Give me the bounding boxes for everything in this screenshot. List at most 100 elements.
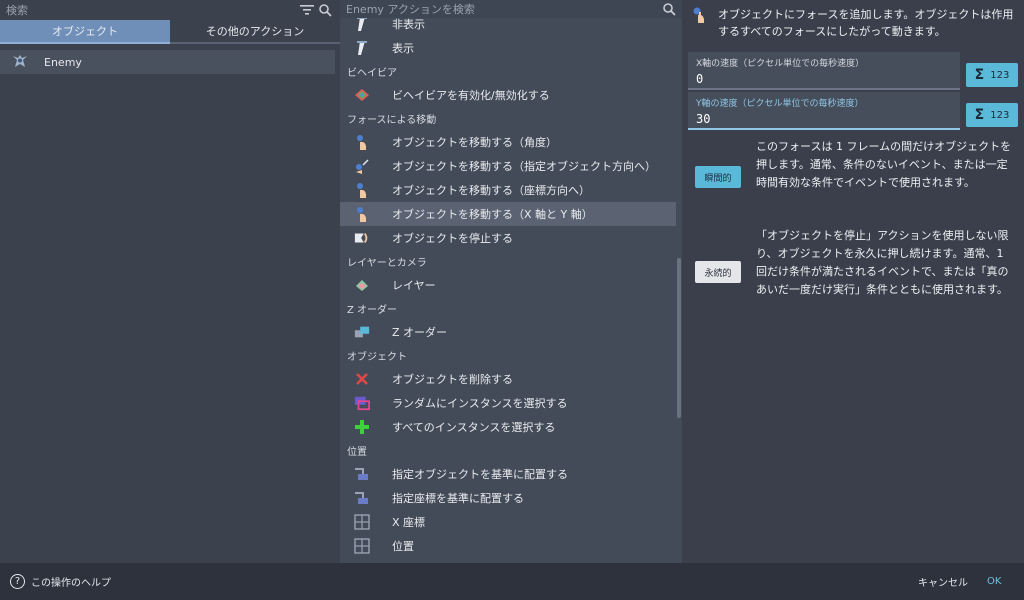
action-item[interactable]: 非表示 <box>340 18 676 36</box>
mode-instant-text: このフォースは 1 フレームの間だけオブジェクトを押します。通常、条件のないイベ… <box>756 140 1012 189</box>
behavior-icon <box>354 87 370 103</box>
add-icon <box>354 419 370 435</box>
zorder-icon <box>354 324 370 340</box>
ok-button[interactable]: OK <box>987 576 1001 587</box>
action-item[interactable]: オブジェクトを削除する <box>340 367 676 391</box>
force-icon <box>354 182 370 198</box>
action-item[interactable]: Z オーダー <box>340 320 676 344</box>
x-speed-label: X軸の速度（ピクセル単位での毎秒速度） <box>696 59 865 69</box>
force-icon <box>354 206 370 222</box>
action-item-label: 位置 <box>392 540 414 553</box>
action-item-label: X 座標 <box>392 516 426 529</box>
action-item[interactable]: レイヤー <box>340 273 676 297</box>
action-search-input[interactable]: Enemy アクションを検索 <box>346 1 660 17</box>
action-item-label: 表示 <box>392 42 414 55</box>
search-icon[interactable] <box>660 0 678 18</box>
y-speed-field[interactable]: Y軸の速度（ピクセル単位での毎秒速度） 30 <box>688 92 960 130</box>
dialog-footer: ? この操作のヘルプ キャンセル OK <box>0 563 1024 600</box>
action-item[interactable]: オブジェクトを移動する（X 軸と Y 軸） <box>340 202 676 226</box>
help-label: この操作のヘルプ <box>31 578 111 589</box>
action-description: オブジェクトにフォースを追加します。オブジェクトは作用するすべてのフォースにした… <box>692 6 1017 40</box>
mode-permanent-text: 「オブジェクトを停止」アクションを使用しない限り、オブジェクトを永久に押し続けま… <box>756 229 1009 296</box>
help-icon: ? <box>10 574 25 589</box>
x-speed-value[interactable]: 0 <box>696 72 952 86</box>
action-item[interactable]: X 座標 <box>340 510 676 534</box>
action-item-label: すべてのインスタンスを選択する <box>392 421 556 434</box>
action-item[interactable]: 表示 <box>340 36 676 60</box>
action-item-label: オブジェクトを停止する <box>392 232 513 245</box>
action-item-label: ビヘイビアを有効化/無効化する <box>392 89 550 102</box>
layer-icon <box>354 277 370 293</box>
action-list-content: 非表示 表示 ビヘイビア ビヘイビアを有効化/無効化する フォースによる移動 オブジェクト… <box>340 18 676 558</box>
action-item[interactable]: オブジェクトを移動する（角度） <box>340 130 676 154</box>
object-search-input[interactable]: 検索 <box>6 2 298 18</box>
enemy-sprite-icon <box>12 53 28 72</box>
action-category: オブジェクト <box>347 352 407 363</box>
action-item-label: オブジェクトを移動する（角度） <box>392 136 557 149</box>
object-list: Enemy <box>0 50 340 74</box>
search-icon[interactable] <box>316 1 334 19</box>
tab-objects[interactable]: オブジェクト <box>0 20 170 44</box>
sigma-icon: Σ <box>974 107 985 123</box>
force-icon <box>692 6 708 40</box>
object-item-enemy[interactable]: Enemy <box>0 50 335 74</box>
action-category: ビヘイビア <box>347 68 397 79</box>
action-item[interactable]: 位置 <box>340 534 676 558</box>
grid-icon <box>354 514 370 530</box>
action-item[interactable]: オブジェクトを移動する（座標方向へ） <box>340 178 676 202</box>
mode-permanent-button[interactable]: 永続的 <box>695 261 741 283</box>
visibility-icon <box>354 18 370 32</box>
cancel-button[interactable]: キャンセル <box>918 574 968 589</box>
y-speed-value[interactable]: 30 <box>696 112 952 126</box>
position-icon <box>354 490 370 506</box>
action-item-label: Z オーダー <box>392 326 448 339</box>
position-icon <box>354 466 370 482</box>
action-search-bar[interactable]: Enemy アクションを検索 <box>340 0 682 18</box>
object-search-bar[interactable]: 検索 <box>0 0 340 20</box>
random-pick-icon <box>354 395 370 411</box>
y-speed-label: Y軸の速度（ピクセル単位での毎秒速度） <box>696 99 864 109</box>
delete-icon <box>354 371 370 387</box>
force-toward-icon <box>354 158 370 174</box>
action-item-label: 指定座標を基準に配置する <box>392 492 524 505</box>
action-item-label: ランダムにインスタンスを選択する <box>392 397 568 410</box>
action-item[interactable]: ビヘイビアを有効化/無効化する <box>340 83 676 107</box>
action-item-label: オブジェクトを移動する（X 軸と Y 軸） <box>392 208 593 221</box>
help-link[interactable]: ? この操作のヘルプ <box>10 574 111 589</box>
action-category: Z オーダー <box>347 305 398 316</box>
action-item-label: オブジェクトを移動する（座標方向へ） <box>392 184 590 197</box>
action-item[interactable]: オブジェクトを移動する（指定オブジェクト方向へ） <box>340 154 676 178</box>
force-icon <box>354 134 370 150</box>
grid-icon <box>354 538 370 554</box>
action-editor-panel: オブジェクトにフォースを追加します。オブジェクトは作用するすべてのフォースにした… <box>682 0 1024 563</box>
action-list: 非表示 表示 ビヘイビア ビヘイビアを有効化/無効化する フォースによる移動 オブジェクト… <box>340 18 676 563</box>
action-category: フォースによる移動 <box>347 115 437 126</box>
sigma-icon: Σ <box>974 67 985 83</box>
x-expression-button[interactable]: Σ 123 <box>966 63 1018 87</box>
left-tabs: オブジェクト その他のアクション <box>0 20 340 44</box>
description-text: オブジェクトにフォースを追加します。オブジェクトは作用するすべてのフォースにした… <box>718 8 1014 38</box>
objects-panel: 検索 オブジェクト その他のアクション Enemy <box>0 0 340 563</box>
visibility-icon <box>354 40 370 56</box>
expression-button-label: 123 <box>990 69 1010 81</box>
mode-instant-button[interactable]: 瞬間的 <box>695 166 741 188</box>
expression-button-label: 123 <box>990 109 1010 121</box>
action-item-label: オブジェクトを削除する <box>392 373 513 386</box>
stop-icon <box>354 230 370 246</box>
action-item[interactable]: すべてのインスタンスを選択する <box>340 415 676 439</box>
filter-icon[interactable] <box>298 1 316 19</box>
action-list-scrollbar[interactable] <box>677 258 681 418</box>
action-item[interactable]: 指定座標を基準に配置する <box>340 486 676 510</box>
actions-panel: Enemy アクションを検索 非表示表示ビヘイビアビヘイビアを有効化/無効化する… <box>340 0 682 563</box>
object-name: Enemy <box>44 55 82 69</box>
tab-other-actions[interactable]: その他のアクション <box>170 20 340 44</box>
action-item[interactable]: オブジェクトを停止する <box>340 226 676 250</box>
action-category: 位置 <box>347 447 367 458</box>
x-speed-field[interactable]: X軸の速度（ピクセル単位での毎秒速度） 0 <box>688 52 960 90</box>
action-item[interactable]: ランダムにインスタンスを選択する <box>340 391 676 415</box>
action-item[interactable]: 指定オブジェクトを基準に配置する <box>340 462 676 486</box>
y-expression-button[interactable]: Σ 123 <box>966 103 1018 127</box>
action-item-label: オブジェクトを移動する（指定オブジェクト方向へ） <box>392 160 656 173</box>
action-item-label: 非表示 <box>392 18 425 31</box>
action-item-label: 指定オブジェクトを基準に配置する <box>392 468 568 481</box>
